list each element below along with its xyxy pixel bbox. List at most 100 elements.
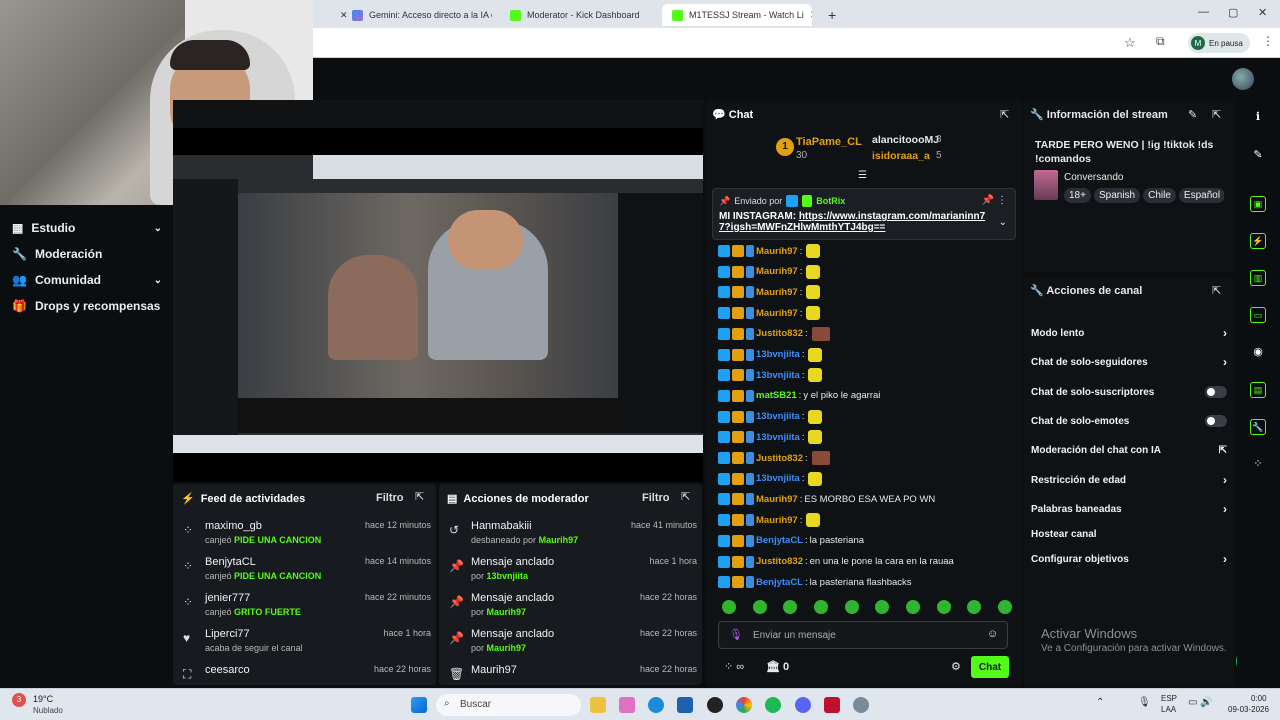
chat-username[interactable]: Mauríh97 — [756, 308, 798, 319]
channel-action-item[interactable]: Chat de solo-seguidores › — [1031, 353, 1227, 371]
chrome-icon[interactable] — [736, 697, 752, 713]
language-indicator[interactable]: ESP — [1161, 694, 1177, 703]
broadcast-icon[interactable]: ◉ — [1250, 345, 1266, 361]
popout-icon[interactable]: ⇱ — [415, 490, 424, 503]
menu-icon[interactable]: ☰ — [858, 170, 867, 181]
chat-username[interactable]: Maurih97 — [756, 494, 798, 505]
popout-icon[interactable]: ⇱ — [1212, 108, 1221, 121]
clock-date[interactable]: 09-03-2026 — [1228, 705, 1269, 714]
chevron-down-icon[interactable]: ⌄ — [999, 217, 1007, 228]
new-tab-button[interactable]: + — [818, 4, 846, 26]
close-icon[interactable]: ✕ — [810, 10, 812, 21]
settings-icon[interactable] — [853, 697, 869, 713]
info-icon[interactable]: ℹ — [1250, 110, 1266, 126]
bookmark-star-icon[interactable]: ☆ — [1124, 35, 1136, 51]
chat-icon[interactable]: ▭ — [1250, 307, 1266, 323]
toggle-switch[interactable] — [1205, 386, 1227, 398]
mic-icon[interactable]: 🎙 — [1138, 697, 1151, 708]
browser-menu-icon[interactable]: ⋮ — [1262, 34, 1274, 48]
toggle-switch[interactable] — [1205, 415, 1227, 427]
chat-input[interactable]: 🎙 Enviar un mensaje ☺ — [718, 621, 1008, 649]
chat-username[interactable]: Mauríh97 — [756, 287, 798, 298]
clock-time[interactable]: 0:00 — [1251, 694, 1267, 703]
weather-temp[interactable]: 19°C — [33, 694, 53, 704]
doc-icon[interactable]: ▥ — [1250, 270, 1266, 286]
stream-video[interactable] — [173, 155, 703, 453]
edit-icon[interactable]: ✎ — [1188, 108, 1197, 121]
store-icon[interactable] — [677, 697, 693, 713]
channel-action-item[interactable]: Modo lento › — [1031, 324, 1227, 342]
tab-stream[interactable]: M1TESSJ Stream - Watch Li✕ — [662, 4, 812, 26]
app-icon[interactable] — [707, 697, 723, 713]
sidebar-item-estudio[interactable]: ▦ Estudio ⌄ — [12, 219, 162, 237]
popout-icon[interactable]: ⇱ — [1000, 108, 1009, 121]
chat-username[interactable]: 13bvnjiita — [756, 370, 800, 381]
user-avatar[interactable] — [1232, 68, 1254, 90]
channel-action-item[interactable]: Restricción de edad › — [1031, 471, 1227, 489]
channel-action-item[interactable]: Palabras baneadas › — [1031, 500, 1227, 518]
profile-button[interactable]: M En pausa — [1188, 33, 1250, 53]
channel-action-item[interactable]: Moderación del chat con IA ⇱ — [1031, 441, 1227, 459]
pencil-icon[interactable]: ✎ — [1250, 148, 1266, 164]
weather-desc[interactable]: Nublado — [33, 706, 63, 715]
sidebar-item-moderacion[interactable]: 🔧 Moderación — [12, 245, 162, 263]
network-icon[interactable]: ▭ 🔊 — [1188, 697, 1213, 708]
bolt-icon[interactable]: ⚡ — [1250, 233, 1266, 249]
tab-kick-dashboard[interactable]: Moderator - Kick Dashboard✕ — [500, 4, 645, 26]
popout-icon[interactable]: ⇱ — [681, 490, 690, 503]
windows-start-icon[interactable] — [411, 697, 427, 713]
tab-gemini[interactable]: Gemini: Acceso directo a la IA d✕ — [342, 4, 492, 26]
spotify-icon[interactable] — [765, 697, 781, 713]
points-icon[interactable]: ⁘ ∞ — [724, 660, 744, 673]
pin-toggle-icon[interactable]: 📌 ⋮ — [982, 195, 1007, 206]
edge-icon[interactable] — [648, 697, 664, 713]
tray-chevron-icon[interactable]: ⌃ — [1096, 697, 1104, 708]
close-window-button[interactable]: ✕ — [1258, 6, 1267, 19]
mod-filter-button[interactable]: Filtro — [642, 492, 670, 504]
minimize-button[interactable]: — — [1198, 6, 1209, 18]
activity-filter-button[interactable]: Filtro — [376, 492, 404, 504]
copilot-icon[interactable] — [619, 697, 635, 713]
chat-username[interactable]: 13bvnjiita — [756, 411, 800, 422]
emoji-icon[interactable]: ☺ — [987, 628, 998, 640]
chat-username[interactable]: 13bvnjiita — [756, 473, 800, 484]
send-chat-button[interactable]: Chat — [971, 656, 1009, 678]
chat-username[interactable]: Maurih97 — [756, 515, 798, 526]
chat-username[interactable]: 13bvnjiita — [756, 349, 800, 360]
stream-preview[interactable] — [173, 100, 703, 482]
channel-action-item[interactable]: Chat de solo-suscriptores — [1031, 383, 1227, 401]
extensions-icon[interactable]: ⧉ — [1156, 34, 1165, 49]
chat-username[interactable]: Justito832 — [756, 556, 803, 567]
screen-icon[interactable]: ▣ — [1250, 196, 1266, 212]
chat-username[interactable]: Justito832 — [756, 453, 803, 464]
popout-icon[interactable]: ⇱ — [1212, 284, 1221, 297]
settings-icon[interactable]: ⚙ — [951, 660, 961, 673]
file-explorer-icon[interactable] — [590, 697, 606, 713]
chat-username[interactable]: BenjytaCL — [756, 535, 803, 546]
chat-username[interactable]: Mauríh97 — [756, 246, 798, 257]
channel-action-item[interactable]: Hostear canal — [1031, 525, 1227, 543]
chat-username[interactable]: BenjytaCL — [756, 577, 803, 588]
chat-text: la pasteriana — [809, 535, 865, 547]
sidebar-item-drops[interactable]: 🎁 Drops y recompensas — [12, 297, 162, 315]
chat-username[interactable]: Mauríh97 — [756, 266, 798, 277]
layout-icon[interactable]: ▤ — [1250, 382, 1266, 398]
mic-icon[interactable]: 🎙 — [729, 628, 743, 641]
chat-username[interactable]: matSB21 — [756, 390, 797, 401]
mod-actions-panel: ▤ Acciones de moderador Filtro ⇱ ↺ Hanmaba… — [439, 484, 702, 685]
wrench-icon[interactable]: 🔧 — [1250, 419, 1266, 435]
chat-message: Maurih97: — [718, 512, 821, 528]
chat-username[interactable]: Justito832 — [756, 328, 803, 339]
sidebar-item-comunidad[interactable]: 👥 Comunidad ⌄ — [12, 271, 162, 289]
chat-username[interactable]: 13bvnjiita — [756, 432, 800, 443]
channel-action-item[interactable]: Chat de solo-emotes — [1031, 412, 1227, 430]
language-layout[interactable]: LAA — [1161, 705, 1176, 714]
maximize-button[interactable]: ▢ — [1228, 6, 1238, 19]
points-icon[interactable]: ⁘ — [1250, 457, 1266, 473]
taskbar-search[interactable]: ⌕ Buscar — [436, 694, 581, 716]
channel-action-item[interactable]: Configurar objetivos › — [1031, 550, 1227, 568]
mod-action-row: 📌 Mensaje anclado por Maurih97 hace 22 hora… — [449, 592, 697, 617]
emote-bar[interactable] — [722, 600, 1012, 614]
app-red-icon[interactable] — [824, 697, 840, 713]
discord-icon[interactable] — [795, 697, 811, 713]
